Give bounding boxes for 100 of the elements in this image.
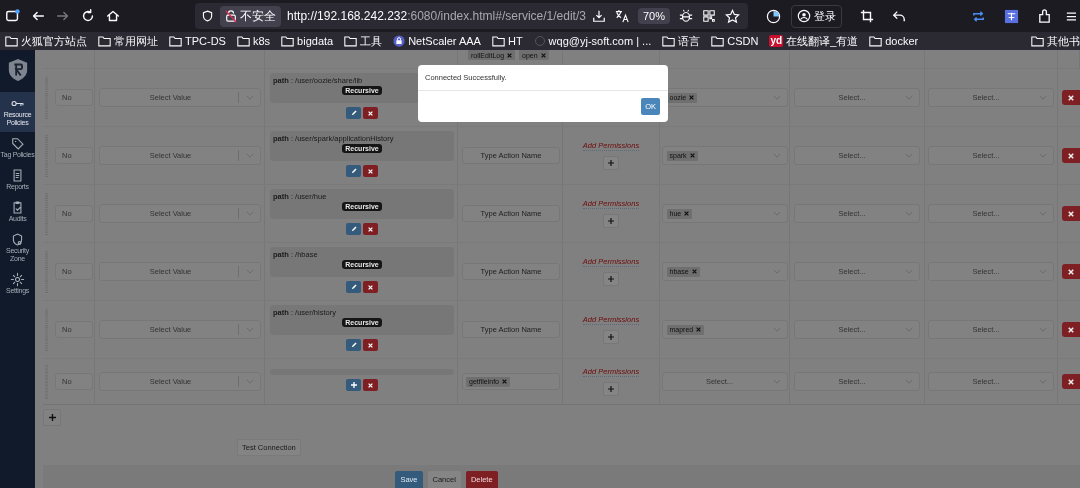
- plus-icon: [608, 334, 614, 340]
- remove-row-button[interactable]: [1062, 322, 1080, 337]
- close-icon: [1068, 326, 1074, 333]
- bookmark[interactable]: TPC-DS: [169, 35, 226, 47]
- delete-button[interactable]: [363, 281, 378, 293]
- bookmark[interactable]: 语言: [662, 33, 701, 49]
- close-icon: [1068, 94, 1074, 101]
- folder-icon: [1031, 35, 1044, 47]
- add-permission-button[interactable]: [603, 214, 619, 228]
- insecure-label[interactable]: 不安全: [220, 5, 282, 27]
- translate-icon[interactable]: [614, 9, 629, 23]
- plus-icon: [608, 218, 614, 224]
- folder-icon: [5, 35, 18, 47]
- edit-button[interactable]: [346, 223, 361, 235]
- remove-row-button[interactable]: [1062, 206, 1080, 221]
- remove-row-button[interactable]: [1062, 90, 1080, 105]
- close-icon: [368, 226, 373, 232]
- shield-icon[interactable]: [201, 9, 215, 23]
- edit-button[interactable]: [346, 339, 361, 351]
- qr-code-icon[interactable]: [702, 9, 716, 23]
- bookmark[interactable]: HT: [491, 35, 523, 47]
- zoom-level[interactable]: 70%: [637, 8, 670, 24]
- close-icon: [368, 168, 373, 174]
- bookmark[interactable]: NetScaler AAA: [393, 35, 481, 47]
- remove-row-button[interactable]: [1062, 374, 1080, 389]
- url-text[interactable]: http://192.168.242.232:6080/index.html#/service/1/edit/3: [287, 9, 586, 23]
- bookmark[interactable]: CSDN: [711, 35, 759, 47]
- folder-icon: [711, 35, 725, 47]
- other-bookmarks[interactable]: 其他书: [1031, 33, 1080, 49]
- home-icon[interactable]: [105, 8, 121, 24]
- plus-icon: [48, 414, 56, 421]
- remove-icon[interactable]: [691, 269, 697, 274]
- gear-icon: [10, 272, 25, 287]
- close-icon: [368, 110, 373, 116]
- bookmark[interactable]: yd 在线翻译_有道: [769, 33, 859, 49]
- plus-icon: [608, 276, 614, 282]
- edit-button[interactable]: [346, 281, 361, 293]
- bookmark[interactable]: k8s: [236, 35, 271, 47]
- login-button[interactable]: 登录: [791, 4, 842, 28]
- user-icon: [797, 9, 811, 23]
- insecure-text: 不安全: [240, 7, 277, 25]
- address-bar[interactable]: 不安全 http://192.168.242.232:6080/index.html#/service/1/edit/3 70%: [195, 3, 748, 29]
- add-permission-button[interactable]: [603, 156, 619, 170]
- bookmark[interactable]: 火狐官方站点: [5, 33, 87, 49]
- plus-icon: [608, 386, 614, 392]
- add-permission-button[interactable]: [603, 330, 619, 344]
- download-icon[interactable]: [591, 9, 606, 23]
- add-permission-button[interactable]: [603, 382, 619, 396]
- remove-icon[interactable]: [501, 379, 507, 384]
- star-icon[interactable]: [725, 8, 740, 24]
- delete-button[interactable]: [363, 339, 378, 351]
- remove-row-button[interactable]: [1062, 148, 1080, 163]
- audit-icon: [10, 200, 25, 215]
- pie-chart-icon[interactable]: [766, 8, 781, 24]
- bookmark[interactable]: bigdata: [281, 35, 334, 47]
- broken-lock-icon: [225, 9, 238, 23]
- bookmark[interactable]: wqg@yj-soft.com | ...: [533, 35, 652, 47]
- folder-icon: [344, 35, 358, 47]
- close-icon: [1068, 378, 1074, 385]
- plus-icon: [350, 382, 357, 388]
- delete-button[interactable]: [363, 379, 378, 391]
- delete-button[interactable]: [363, 223, 378, 235]
- edit-button[interactable]: [346, 165, 361, 177]
- extensions-icon[interactable]: [1037, 8, 1052, 24]
- tag-icon: [10, 136, 25, 151]
- translate-extension-icon[interactable]: [1004, 8, 1019, 24]
- remove-icon[interactable]: [689, 95, 695, 100]
- lock-icon: [393, 35, 406, 47]
- folder-icon: [169, 35, 182, 47]
- folder-icon: [281, 35, 295, 47]
- remove-icon[interactable]: [684, 211, 690, 216]
- bookmark[interactable]: 常用网址: [98, 33, 158, 49]
- bookmark[interactable]: docker: [869, 35, 919, 47]
- close-icon: [1068, 152, 1074, 159]
- add-button[interactable]: [346, 379, 361, 391]
- remove-row-button[interactable]: [1062, 264, 1080, 279]
- remove-icon[interactable]: [507, 52, 513, 58]
- login-text: 登录: [814, 8, 836, 24]
- folder-icon: [98, 35, 111, 47]
- remove-icon[interactable]: [689, 153, 695, 158]
- delete-button[interactable]: [363, 165, 378, 177]
- bookmark[interactable]: 工具: [344, 33, 383, 49]
- add-permission-button[interactable]: [603, 272, 619, 286]
- undo-icon[interactable]: [892, 9, 906, 23]
- edit-button[interactable]: [346, 107, 361, 119]
- delete-button[interactable]: [363, 107, 378, 119]
- pencil-icon: [350, 342, 357, 348]
- tabs-icon[interactable]: [5, 8, 21, 24]
- close-icon: [368, 342, 373, 348]
- remove-icon[interactable]: [540, 52, 546, 58]
- reload-icon[interactable]: [80, 8, 96, 24]
- crop-icon[interactable]: [860, 9, 874, 23]
- zone-icon: [10, 232, 25, 247]
- report-icon: [10, 168, 25, 183]
- remove-icon[interactable]: [696, 327, 702, 332]
- pencil-icon: [350, 284, 357, 290]
- bug-icon[interactable]: [679, 9, 693, 23]
- add-row-button[interactable]: [43, 409, 61, 426]
- site-badge: yd: [769, 35, 784, 47]
- close-icon: [368, 284, 373, 290]
